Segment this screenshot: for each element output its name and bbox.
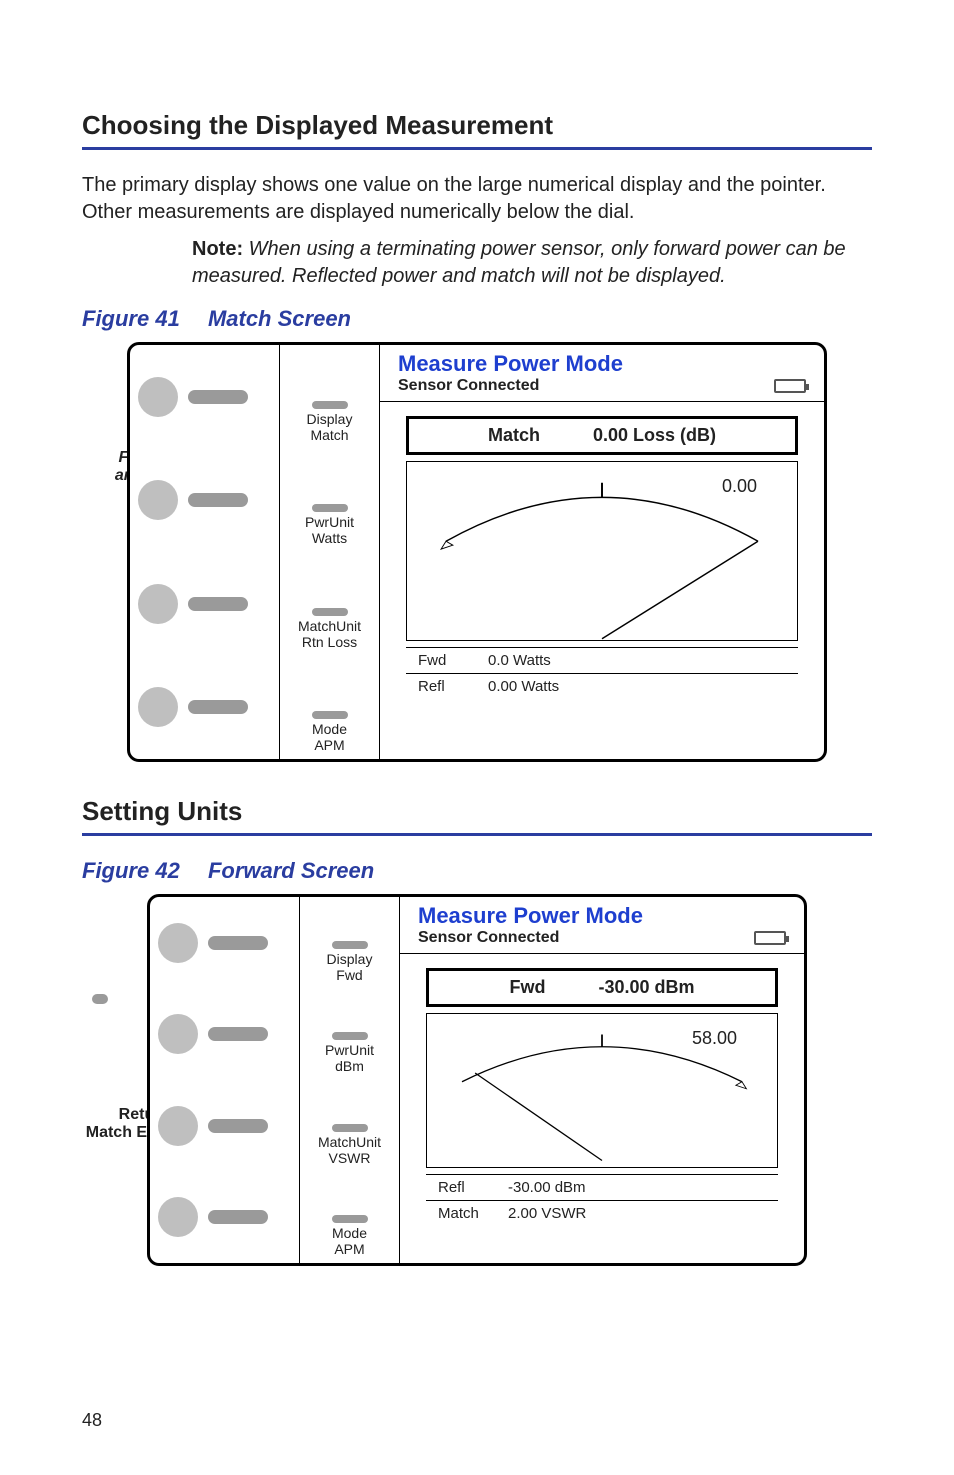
softkey-tick-icon — [312, 401, 348, 409]
screen-subtitle: Sensor Connected — [398, 377, 539, 395]
readout-refl-label: Refl — [418, 678, 488, 695]
battery-icon — [774, 379, 806, 393]
secondary-readouts: Fwd0.0 Watts Refl0.00 Watts — [406, 647, 798, 699]
figure-42-caption: Figure 42 Forward Screen — [82, 858, 872, 884]
device-match-screen: DisplayMatch PwrUnitWatts MatchUnitRtn L… — [127, 342, 827, 762]
softkey-button[interactable] — [138, 377, 178, 417]
softkey-column — [150, 897, 300, 1263]
note-label: Note: — [192, 238, 243, 260]
device-forward-screen: DisplayFwd PwrUnitdBm MatchUnitVSWR Mode… — [147, 894, 807, 1266]
softkey-tick-icon — [312, 608, 348, 616]
main-readout-label: Match — [488, 425, 540, 446]
softkey-tick-icon — [312, 711, 348, 719]
main-readout-box: Fwd -30.00 dBm — [426, 968, 778, 1007]
label-display: Match — [310, 427, 348, 443]
softkey-tick-icon — [332, 1124, 368, 1132]
label-matchunit: VSWR — [329, 1150, 371, 1166]
label-pwrunit-top: PwrUnit — [305, 514, 354, 530]
main-readout-value: -30.00 dBm — [598, 977, 694, 998]
softkey-bar-icon — [188, 390, 248, 404]
softkey-button[interactable] — [138, 480, 178, 520]
gauge-dial: 58.00 — [426, 1013, 778, 1168]
label-matchunit-top: MatchUnit — [318, 1134, 381, 1150]
figure-42-title: Forward Screen — [208, 858, 374, 883]
softkey-bar-icon — [188, 597, 248, 611]
main-readout-box: Match 0.00 Loss (dB) — [406, 416, 798, 455]
label-matchunit: Rtn Loss — [302, 634, 357, 650]
body-para: The primary display shows one value on t… — [82, 172, 872, 226]
note-text: When using a terminating power sensor, o… — [192, 238, 846, 287]
readout-match-value: 2.00 VSWR — [508, 1205, 586, 1222]
heading-rule — [82, 147, 872, 150]
label-mode: APM — [314, 737, 344, 753]
figure-41-number: Figure 41 — [82, 306, 180, 331]
softkey-button[interactable] — [138, 687, 178, 727]
label-pwrunit: Watts — [312, 530, 347, 546]
softkey-bar-icon — [208, 1119, 268, 1133]
label-mode: APM — [334, 1241, 364, 1257]
softkey-button[interactable] — [158, 1014, 198, 1054]
label-display: Fwd — [336, 967, 362, 983]
softkey-tick-icon — [332, 1032, 368, 1040]
battery-icon — [754, 931, 786, 945]
readout-refl-value: 0.00 Watts — [488, 678, 559, 695]
label-pwrunit: dBm — [335, 1058, 364, 1074]
label-display-top: Display — [307, 411, 353, 427]
readout-refl-label: Refl — [438, 1179, 508, 1196]
label-matchunit-top: MatchUnit — [298, 618, 361, 634]
softkey-bar-icon — [188, 700, 248, 714]
screen-subtitle: Sensor Connected — [418, 929, 559, 947]
label-display-top: Display — [327, 951, 373, 967]
divider — [380, 401, 824, 402]
screen-title: Measure Power Mode — [418, 903, 786, 929]
gauge-dial: 0.00 — [406, 461, 798, 641]
gauge-arc-icon — [407, 462, 797, 640]
figure-42-number: Figure 42 — [82, 858, 180, 883]
softkey-tick-icon — [312, 504, 348, 512]
softkey-tick-icon — [332, 1215, 368, 1223]
readout-refl-value: -30.00 dBm — [508, 1179, 586, 1196]
heading-setting-units: Setting Units — [82, 796, 872, 827]
label-mode-top: Mode — [332, 1225, 367, 1241]
label-column: DisplayFwd PwrUnitdBm MatchUnitVSWR Mode… — [300, 897, 400, 1263]
screen-title: Measure Power Mode — [398, 351, 806, 377]
secondary-readouts: Refl-30.00 dBm Match2.00 VSWR — [426, 1174, 778, 1226]
gauge-arc-icon — [427, 1014, 777, 1167]
softkey-bar-icon — [208, 1210, 268, 1224]
softkey-bar-icon — [208, 1027, 268, 1041]
figure-41-caption: Figure 41 Match Screen — [82, 306, 872, 332]
note-block: Note: When using a terminating power sen… — [192, 236, 872, 290]
softkey-tick-icon — [332, 941, 368, 949]
callout-bar-icon — [92, 994, 108, 1004]
readout-fwd-label: Fwd — [418, 652, 488, 669]
softkey-button[interactable] — [138, 584, 178, 624]
heading-choosing: Choosing the Displayed Measurement — [82, 110, 872, 141]
heading-rule — [82, 833, 872, 836]
label-column: DisplayMatch PwrUnitWatts MatchUnitRtn L… — [280, 345, 380, 759]
label-pwrunit-top: PwrUnit — [325, 1042, 374, 1058]
softkey-button[interactable] — [158, 1106, 198, 1146]
softkey-column — [130, 345, 280, 759]
softkey-button[interactable] — [158, 923, 198, 963]
divider — [400, 953, 804, 954]
readout-fwd-value: 0.0 Watts — [488, 652, 551, 669]
main-readout-label: Fwd — [509, 977, 545, 998]
figure-41-title: Match Screen — [208, 306, 351, 331]
softkey-button[interactable] — [158, 1197, 198, 1237]
label-mode-top: Mode — [312, 721, 347, 737]
softkey-bar-icon — [208, 936, 268, 950]
softkey-bar-icon — [188, 493, 248, 507]
main-readout-value: 0.00 Loss (dB) — [593, 425, 716, 446]
readout-match-label: Match — [438, 1205, 508, 1222]
page-number: 48 — [82, 1410, 102, 1431]
